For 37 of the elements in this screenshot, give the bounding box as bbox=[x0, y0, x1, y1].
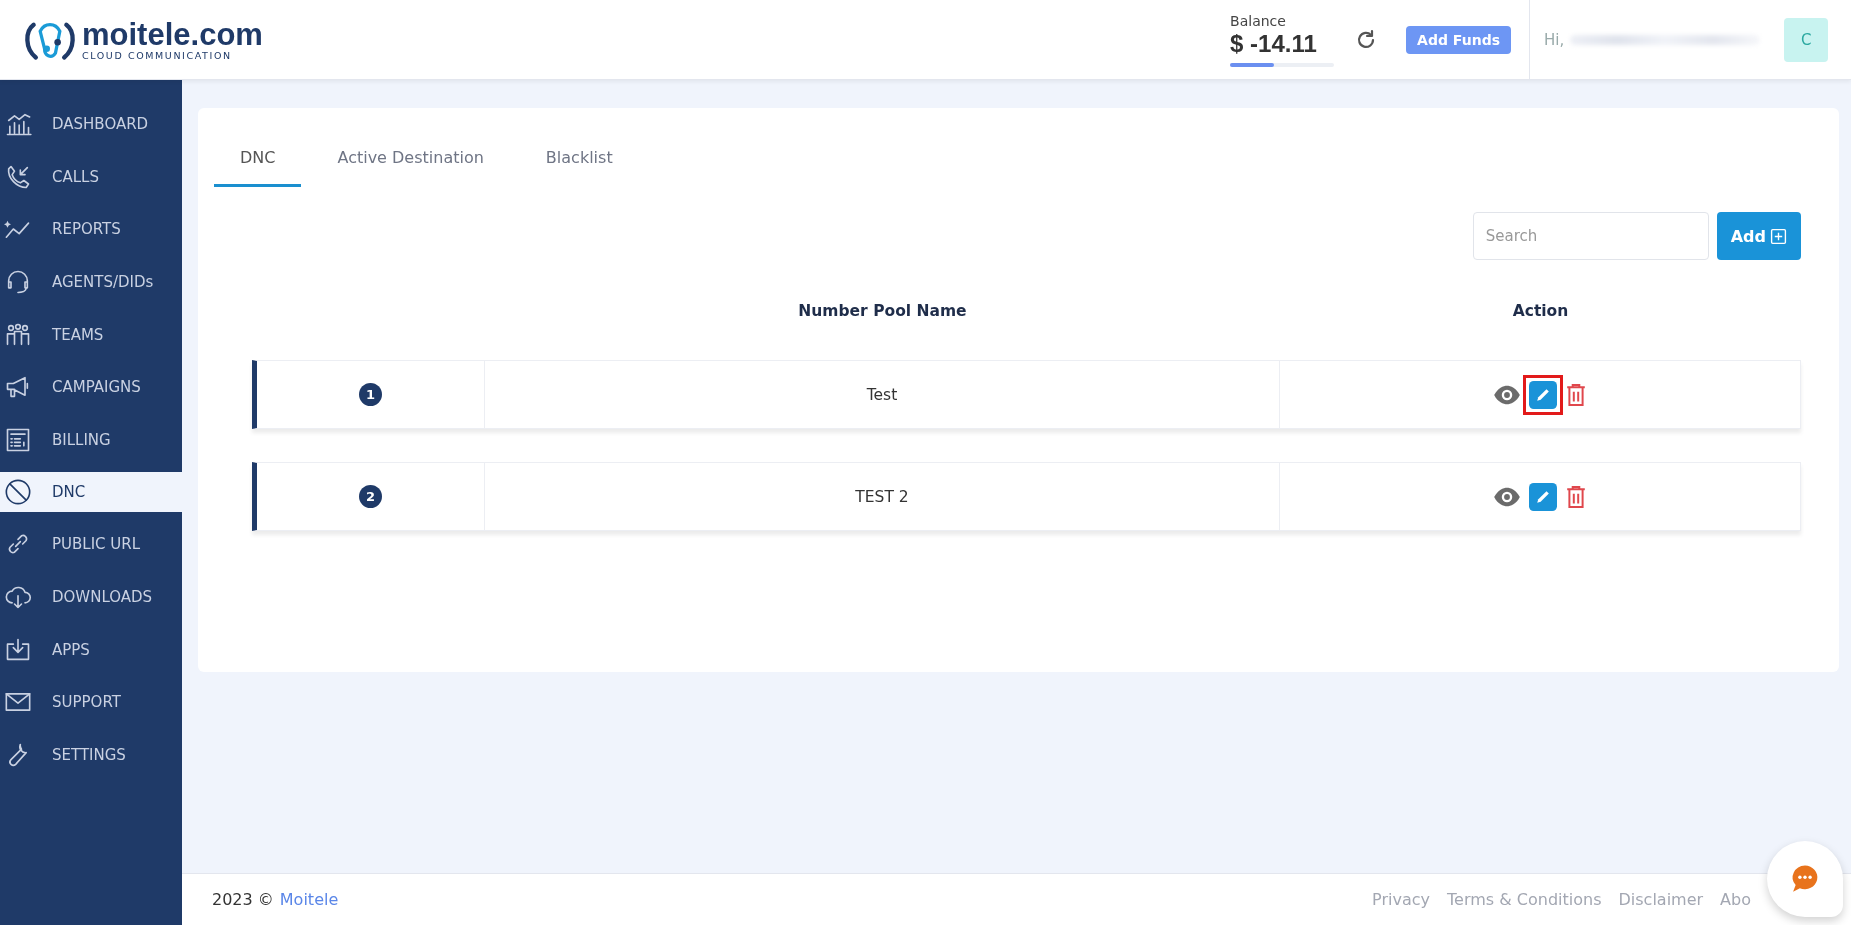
sidebar-item[interactable]: AGENTS/DIDs bbox=[0, 255, 182, 309]
chat-button[interactable] bbox=[1767, 841, 1843, 917]
tab[interactable]: DNC bbox=[214, 132, 302, 187]
greeting: Hi, bbox=[1544, 30, 1565, 49]
sidebar-item[interactable]: DASHBOARD bbox=[0, 98, 182, 151]
sidebar-item[interactable]: DNC bbox=[0, 472, 182, 513]
trash-icon[interactable] bbox=[1565, 381, 1587, 408]
sidebar-item[interactable]: APPS bbox=[0, 623, 182, 676]
table-cell: TEST 2 bbox=[855, 487, 909, 506]
sidebar-item[interactable]: CALLS bbox=[0, 150, 182, 204]
search-field[interactable]: Search bbox=[1472, 212, 1709, 260]
plus-box-icon bbox=[1770, 227, 1787, 245]
sidebar-item[interactable]: TEAMS bbox=[0, 308, 182, 361]
sidebar-item[interactable]: PUBLIC URL bbox=[0, 518, 182, 571]
logo-name: moitele.com bbox=[82, 18, 263, 50]
tab[interactable]: Blacklist bbox=[519, 132, 639, 187]
copyright-text: 2023 © bbox=[212, 890, 274, 909]
trash-icon[interactable] bbox=[1565, 483, 1587, 510]
row-number: 1 bbox=[359, 383, 382, 406]
brand-link[interactable]: Moitele bbox=[279, 890, 339, 909]
tab[interactable]: Active Destination bbox=[311, 132, 510, 187]
balance-amount: $ -14.11 bbox=[1230, 28, 1317, 59]
column-header: Action bbox=[1511, 302, 1570, 320]
balance-label: Balance bbox=[1230, 12, 1287, 29]
sidebar-item[interactable]: SUPPORT bbox=[0, 675, 182, 729]
no-entry-icon bbox=[4, 478, 32, 507]
edit-button[interactable] bbox=[1529, 482, 1557, 511]
column-header: Number Pool Name bbox=[797, 302, 968, 320]
sidebar-item[interactable]: CAMPAIGNS bbox=[0, 360, 182, 414]
table-cell: Test bbox=[866, 385, 898, 404]
sidebar-item[interactable]: SETTINGS bbox=[0, 728, 182, 782]
logo-tagline: CLOUD COMMUNICATION bbox=[82, 49, 233, 61]
row-number: 2 bbox=[359, 485, 382, 508]
sidebar-item[interactable]: REPORTS bbox=[0, 203, 182, 256]
sidebar-item[interactable]: DOWNLOADS bbox=[0, 570, 182, 624]
sidebar-item[interactable]: BILLING bbox=[0, 413, 182, 467]
edit-button[interactable] bbox=[1529, 380, 1557, 409]
